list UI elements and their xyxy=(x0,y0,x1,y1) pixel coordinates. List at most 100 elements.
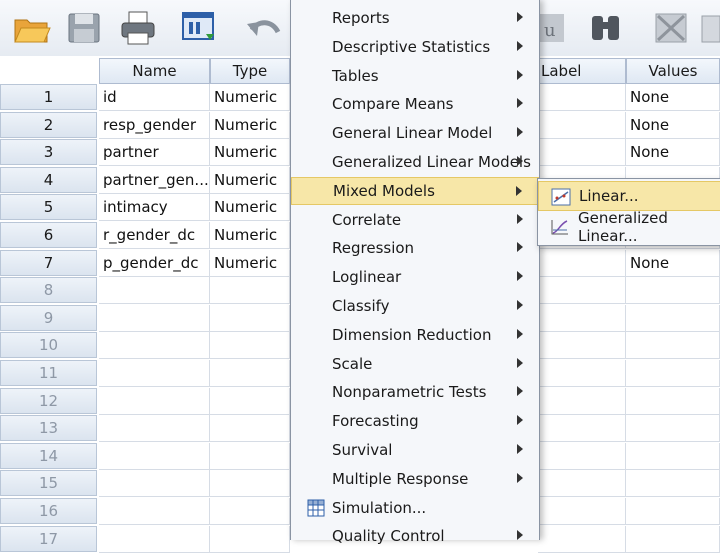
cell-name[interactable] xyxy=(99,332,210,360)
cell-values[interactable]: None xyxy=(626,139,720,167)
menu-item-generalized-linear-models[interactable]: Generalized Linear Models xyxy=(291,148,539,176)
menu-item-simulation[interactable]: Simulation... xyxy=(291,494,539,522)
undo-icon[interactable] xyxy=(244,8,284,48)
row-number[interactable]: 12 xyxy=(0,387,97,414)
row-number[interactable]: 5 xyxy=(0,194,97,221)
cell-name[interactable] xyxy=(99,470,210,498)
cell-label[interactable] xyxy=(538,249,626,277)
cell-name[interactable] xyxy=(99,525,210,553)
cell-values[interactable] xyxy=(626,498,720,525)
cell-name[interactable] xyxy=(99,277,210,305)
cell-values[interactable] xyxy=(626,442,720,470)
cell-name[interactable] xyxy=(99,387,210,415)
cell-name[interactable]: resp_gender xyxy=(99,111,210,139)
dialog-recall-icon[interactable] xyxy=(180,8,220,48)
row-number[interactable]: 7 xyxy=(0,249,97,276)
cell-label[interactable] xyxy=(538,415,626,443)
cell-name[interactable]: id xyxy=(99,84,210,111)
split-file-icon[interactable] xyxy=(652,8,692,48)
menu-item-quality-control[interactable]: Quality Control xyxy=(291,522,539,550)
cell-name[interactable] xyxy=(99,442,210,470)
cell-name[interactable]: r_gender_dc xyxy=(99,222,210,249)
cell-label[interactable] xyxy=(538,442,626,470)
cell-type[interactable] xyxy=(210,277,290,305)
cell-values[interactable] xyxy=(626,360,720,387)
row-number[interactable]: 16 xyxy=(0,498,97,524)
cell-name[interactable] xyxy=(99,304,210,332)
menu-item-survival[interactable]: Survival xyxy=(291,436,539,464)
cell-type[interactable] xyxy=(210,498,290,525)
grid-icon[interactable] xyxy=(700,8,720,48)
cell-type[interactable]: Numeric xyxy=(210,249,290,277)
cell-type[interactable] xyxy=(210,304,290,332)
cell-values[interactable] xyxy=(626,277,720,305)
cell-values[interactable]: None xyxy=(626,249,720,277)
column-header-type[interactable]: Type xyxy=(210,58,290,84)
cell-label[interactable] xyxy=(538,360,626,387)
row-number[interactable]: 2 xyxy=(0,111,97,138)
cell-values[interactable] xyxy=(626,304,720,332)
cell-values[interactable] xyxy=(626,332,720,360)
cell-label[interactable] xyxy=(538,111,626,139)
row-number[interactable]: 15 xyxy=(0,470,97,497)
row-number[interactable]: 3 xyxy=(0,139,97,166)
cell-label[interactable] xyxy=(538,332,626,360)
menu-item-dimension-reduction[interactable]: Dimension Reduction xyxy=(291,321,539,349)
menu-item-descriptive-statistics[interactable]: Descriptive Statistics xyxy=(291,33,539,61)
cell-values[interactable] xyxy=(626,470,720,498)
cell-name[interactable] xyxy=(99,360,210,387)
row-number[interactable]: 13 xyxy=(0,415,97,442)
cell-type[interactable]: Numeric xyxy=(210,139,290,167)
row-number[interactable]: 4 xyxy=(0,166,97,193)
cell-type[interactable]: Numeric xyxy=(210,111,290,139)
cell-type[interactable] xyxy=(210,442,290,470)
cell-label[interactable] xyxy=(538,525,626,553)
cell-type[interactable]: Numeric xyxy=(210,166,290,194)
open-folder-icon[interactable] xyxy=(12,8,52,48)
save-icon[interactable] xyxy=(64,8,104,48)
cell-values[interactable]: None xyxy=(626,84,720,111)
column-header-values[interactable]: Values xyxy=(626,58,720,84)
cell-values[interactable] xyxy=(626,415,720,443)
cell-name[interactable] xyxy=(99,498,210,525)
cell-label[interactable] xyxy=(538,498,626,525)
cell-label[interactable] xyxy=(538,84,626,111)
cell-name[interactable] xyxy=(99,415,210,443)
menu-item-compare-means[interactable]: Compare Means xyxy=(291,90,539,118)
cell-type[interactable] xyxy=(210,360,290,387)
cell-values[interactable] xyxy=(626,387,720,415)
menu-item-scale[interactable]: Scale xyxy=(291,350,539,378)
cell-type[interactable]: Numeric xyxy=(210,84,290,111)
cell-type[interactable] xyxy=(210,415,290,443)
cell-type[interactable] xyxy=(210,387,290,415)
cell-name[interactable]: intimacy xyxy=(99,194,210,222)
submenu-item-linear[interactable]: Linear... xyxy=(538,181,720,211)
cell-name[interactable]: partner_gen... xyxy=(99,166,210,194)
cell-label[interactable] xyxy=(538,387,626,415)
print-icon[interactable] xyxy=(118,8,158,48)
menu-item-tables[interactable]: Tables xyxy=(291,62,539,90)
menu-item-general-linear-model[interactable]: General Linear Model xyxy=(291,119,539,147)
cell-values[interactable] xyxy=(626,525,720,553)
column-header-name[interactable]: Name xyxy=(99,58,210,84)
row-number[interactable]: 9 xyxy=(0,304,97,331)
menu-item-loglinear[interactable]: Loglinear xyxy=(291,263,539,291)
cell-type[interactable] xyxy=(210,470,290,498)
menu-item-classify[interactable]: Classify xyxy=(291,292,539,320)
cell-label[interactable] xyxy=(538,304,626,332)
row-number[interactable]: 17 xyxy=(0,525,97,552)
cell-label[interactable] xyxy=(538,277,626,305)
row-number[interactable]: 11 xyxy=(0,360,97,386)
menu-item-correlate[interactable]: Correlate xyxy=(291,206,539,234)
menu-item-nonparametric-tests[interactable]: Nonparametric Tests xyxy=(291,378,539,406)
row-number[interactable]: 14 xyxy=(0,442,97,469)
row-number[interactable]: 8 xyxy=(0,277,97,304)
cell-label[interactable] xyxy=(538,470,626,498)
cell-name[interactable]: partner xyxy=(99,139,210,167)
row-number[interactable]: 10 xyxy=(0,332,97,359)
cell-values[interactable]: None xyxy=(626,111,720,139)
cell-type[interactable] xyxy=(210,332,290,360)
menu-item-multiple-response[interactable]: Multiple Response xyxy=(291,465,539,493)
cell-name[interactable]: p_gender_dc xyxy=(99,249,210,277)
cell-type[interactable] xyxy=(210,525,290,553)
